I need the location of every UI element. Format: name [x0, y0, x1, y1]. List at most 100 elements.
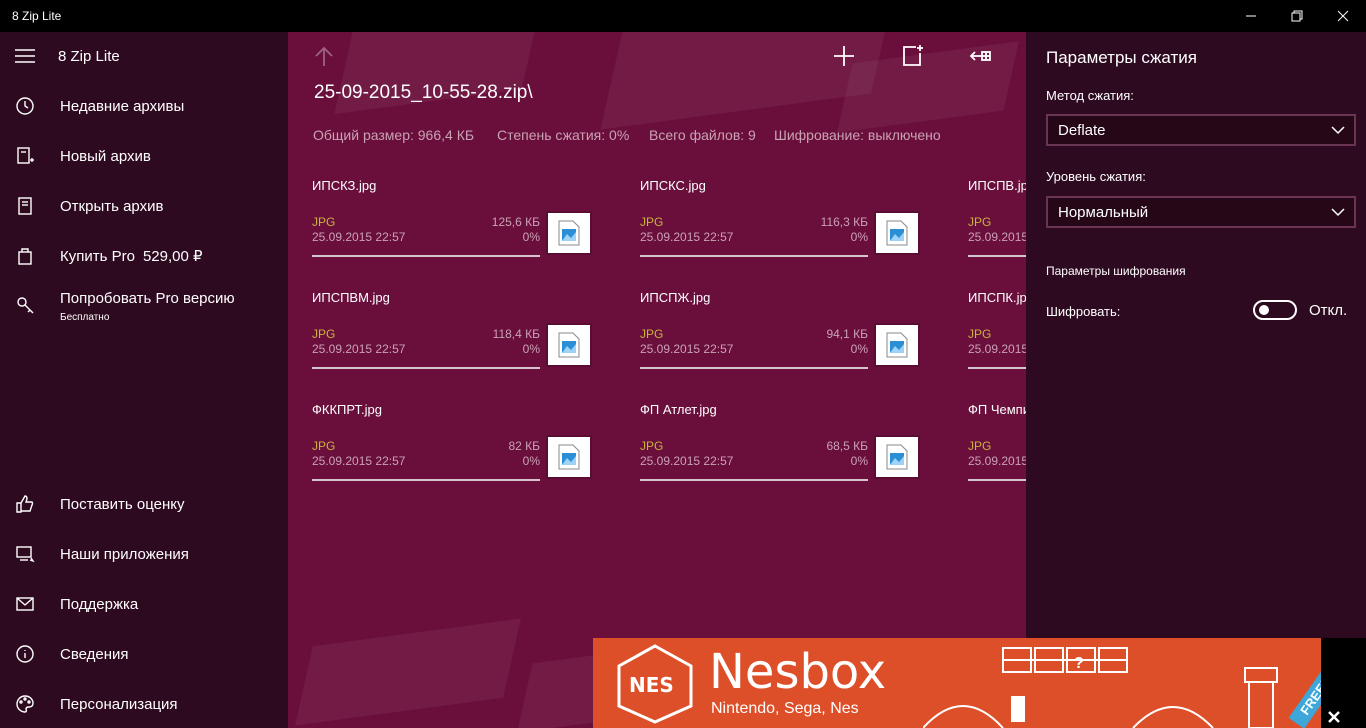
pro-price: 529,00 ₽: [142, 248, 203, 265]
file-item[interactable]: ИПСКЗ.jpg JPG 25.09.2015 22:57 125,6 КБ 0%: [312, 178, 592, 282]
restore-icon: [1291, 10, 1303, 22]
file-type: JPG: [640, 215, 664, 229]
file-name: ИПСПК.jpg: [968, 290, 1026, 305]
extract-button[interactable]: [966, 42, 994, 70]
sidebar-item-recent[interactable]: Недавние архивы: [0, 82, 288, 130]
file-name: ИПСПВ.jpg: [968, 178, 1026, 193]
shopping-bag-icon: [14, 245, 36, 267]
settings-title: Параметры сжатия: [1046, 48, 1197, 67]
file-progress-bar: [640, 255, 868, 257]
file-name: ИПСПВМ.jpg: [312, 290, 390, 305]
minimize-icon: [1246, 15, 1256, 17]
maximize-button[interactable]: [1274, 0, 1320, 32]
file-progress-bar: [968, 479, 1026, 481]
level-value: Нормальный: [1058, 204, 1149, 221]
method-dropdown[interactable]: Deflate: [1046, 114, 1356, 146]
sidebar-item-try-pro[interactable]: Попробовать Pro версию Бесплатно: [0, 282, 288, 330]
sidebar-item-label: Сведения: [60, 645, 129, 663]
add-files-button[interactable]: [830, 42, 858, 70]
sidebar-item-label: Новый архив: [60, 147, 151, 165]
encrypt-toggle[interactable]: [1253, 300, 1297, 320]
sidebar-item-rate[interactable]: Поставить оценку: [0, 480, 288, 528]
file-type: JPG: [640, 327, 664, 341]
ad-subtitle: Nintendo, Sega, Nes: [711, 700, 859, 717]
method-value: Deflate: [1058, 122, 1106, 139]
file-progress-bar: [312, 479, 540, 481]
pixel-hills-icon: [923, 696, 1214, 728]
file-item[interactable]: ФП Чемпи JPG 25.09.2015: [968, 402, 1026, 506]
info-icon: [14, 643, 36, 665]
sidebar-item-open-archive[interactable]: Открыть архив: [0, 182, 288, 230]
file-progress-bar: [968, 367, 1026, 369]
sidebar-item-label: Персонализация: [60, 695, 178, 713]
toggle-knob: [1259, 305, 1269, 315]
sidebar-item-label: Открыть архив: [60, 197, 164, 215]
ad-title: Nesbox: [709, 644, 887, 700]
level-dropdown[interactable]: Нормальный: [1046, 196, 1356, 228]
close-icon: [1337, 10, 1349, 22]
file-item[interactable]: ИПСПЖ.jpg JPG 25.09.2015 22:57 94,1 КБ 0%: [640, 290, 920, 394]
background-decoration: [295, 618, 521, 726]
file-ratio: 0%: [850, 454, 868, 468]
image-file-icon: [558, 332, 580, 358]
file-name: ИПСКС.jpg: [640, 178, 706, 193]
file-item[interactable]: ФП Атлет.jpg JPG 25.09.2015 22:57 68,5 КБ 0%: [640, 402, 920, 506]
file-thumbnail: [874, 211, 920, 255]
file-count: Всего файлов: 9: [649, 127, 756, 143]
sidebar-item-label: Наши приложения: [60, 545, 189, 563]
sidebar-item-new-archive[interactable]: Новый архив: [0, 132, 288, 180]
file-date: 25.09.2015 22:57: [640, 342, 734, 356]
total-size: Общий размер: 966,4 КБ: [313, 127, 475, 143]
nes-logo-icon: NES: [617, 644, 693, 724]
brick-blocks-icon: ?: [1002, 647, 1128, 673]
file-ratio: 0%: [522, 342, 540, 356]
file-date: 25.09.2015 22:57: [312, 230, 406, 244]
hamburger-icon: [14, 45, 36, 67]
sidebar-item-our-apps[interactable]: Наши приложения: [0, 530, 288, 578]
file-size: 125,6 КБ: [491, 215, 540, 229]
new-folder-button[interactable]: [898, 42, 926, 70]
file-progress-bar: [312, 367, 540, 369]
file-thumbnail: [546, 435, 592, 479]
sidebar-item-personalization[interactable]: Персонализация: [0, 680, 288, 728]
compression-ratio: Степень сжатия: 0%: [497, 127, 630, 143]
file-type: JPG: [968, 327, 992, 341]
file-date: 25.09.2015 22:57: [640, 454, 734, 468]
arrow-up-icon: [315, 46, 333, 66]
minimize-button[interactable]: [1228, 0, 1274, 32]
file-item[interactable]: ФККПРТ.jpg JPG 25.09.2015 22:57 82 КБ 0%: [312, 402, 592, 506]
file-progress-bar: [640, 367, 868, 369]
open-archive-icon: [14, 195, 36, 217]
ad-free-badge: FREE!: [1288, 666, 1321, 728]
file-item[interactable]: ИПСПВ.jpg JPG25.09.2015: [968, 178, 1026, 282]
file-item[interactable]: ИПСКС.jpg JPG 25.09.2015 22:57 116,3 КБ 0%: [640, 178, 920, 282]
file-size: 118,4 КБ: [492, 327, 540, 341]
ad-banner[interactable]: NES Nesbox Nintendo, Sega, Nes ? FREE!: [593, 638, 1321, 728]
clock-icon: [14, 95, 36, 117]
file-item[interactable]: ИПСПК.jpg JPG25.09.2015: [968, 290, 1026, 394]
up-button[interactable]: [310, 42, 338, 70]
sidebar-item-support[interactable]: Поддержка: [0, 580, 288, 628]
sidebar-item-about[interactable]: Сведения: [0, 630, 288, 678]
compression-settings-panel: Параметры сжатия Метод сжатия: Deflate У…: [1026, 32, 1366, 638]
ad-close-button[interactable]: [1321, 706, 1347, 728]
new-file-icon: [903, 45, 923, 66]
apps-icon: [14, 543, 36, 565]
sidebar-item-buy-pro[interactable]: Купить Pro 529,00 ₽: [0, 232, 288, 280]
file-date: 25.09.2015 22:57: [640, 230, 734, 244]
image-file-icon: [886, 332, 908, 358]
chevron-down-icon: [1330, 204, 1346, 225]
file-name: ИПСКЗ.jpg: [312, 178, 377, 193]
file-progress-bar: [640, 479, 868, 481]
file-type: JPG: [312, 215, 336, 229]
close-button[interactable]: [1320, 0, 1366, 32]
file-thumbnail: [546, 323, 592, 367]
new-archive-icon: [14, 145, 36, 167]
file-item[interactable]: ИПСПВМ.jpg JPG 25.09.2015 22:57 118,4 КБ 0%: [312, 290, 592, 394]
sidebar-item-label: Купить Pro 529,00 ₽: [60, 248, 203, 265]
file-type: JPG: [312, 327, 336, 341]
file-size: 68,5 КБ: [826, 439, 868, 453]
sidebar-item-sublabel: Бесплатно: [60, 312, 110, 323]
hamburger-menu-button[interactable]: 8 Zip Lite: [0, 32, 288, 80]
window-title: 8 Zip Lite: [12, 9, 62, 23]
